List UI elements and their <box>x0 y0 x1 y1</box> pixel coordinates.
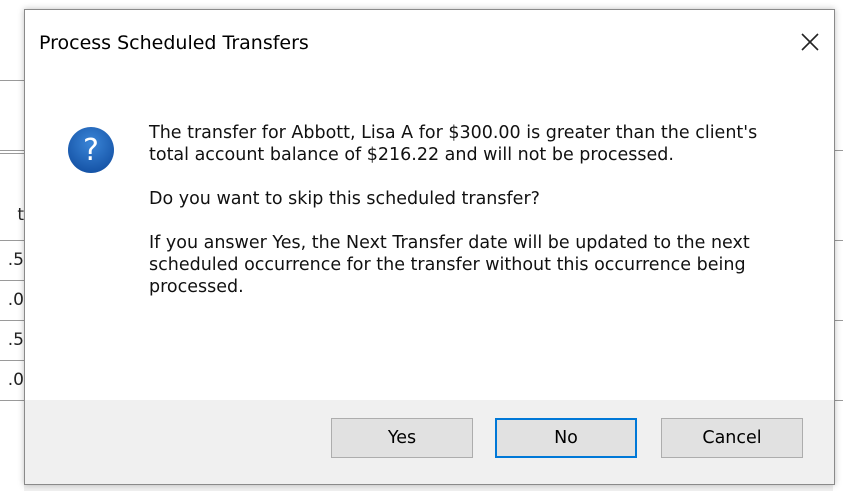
background-divider <box>0 360 24 361</box>
cancel-button[interactable]: Cancel <box>661 418 803 458</box>
background-cell: 5. <box>7 250 24 270</box>
yes-button[interactable]: Yes <box>331 418 473 458</box>
background-divider <box>0 153 24 154</box>
question-icon: ? <box>67 126 115 174</box>
process-scheduled-transfers-dialog: Process Scheduled Transfers ? The transf… <box>24 9 835 485</box>
dialog-content: ? The transfer for Abbott, Lisa A for $3… <box>25 74 834 400</box>
dialog-message: The transfer for Abbott, Lisa A for $300… <box>149 122 799 320</box>
dialog-title: Process Scheduled Transfers <box>39 32 309 54</box>
background-app-left <box>0 0 24 491</box>
background-divider <box>0 320 24 321</box>
message-skip-question: Do you want to skip this scheduled trans… <box>149 189 540 209</box>
background-cell: 0. <box>7 370 24 390</box>
background-cell: 5. <box>7 330 24 350</box>
background-cell: 0. <box>7 290 24 310</box>
background-divider <box>0 80 24 81</box>
close-button[interactable] <box>788 20 832 64</box>
message-transfer-warning: The transfer for Abbott, Lisa A for $300… <box>149 123 758 165</box>
background-divider <box>0 150 24 151</box>
svg-text:?: ? <box>83 133 99 168</box>
background-cell: t <box>17 205 24 225</box>
screen: t 5. 0. 5. 0. Process Scheduled Transfer… <box>0 0 843 491</box>
dialog-title-bar[interactable]: Process Scheduled Transfers <box>25 10 834 74</box>
background-divider <box>0 280 24 281</box>
background-divider <box>0 400 24 401</box>
dialog-button-bar: Yes No Cancel <box>25 400 834 484</box>
close-icon <box>801 33 819 51</box>
background-divider <box>0 240 24 241</box>
message-yes-explanation: If you answer Yes, the Next Transfer dat… <box>149 233 750 297</box>
no-button[interactable]: No <box>495 418 637 458</box>
